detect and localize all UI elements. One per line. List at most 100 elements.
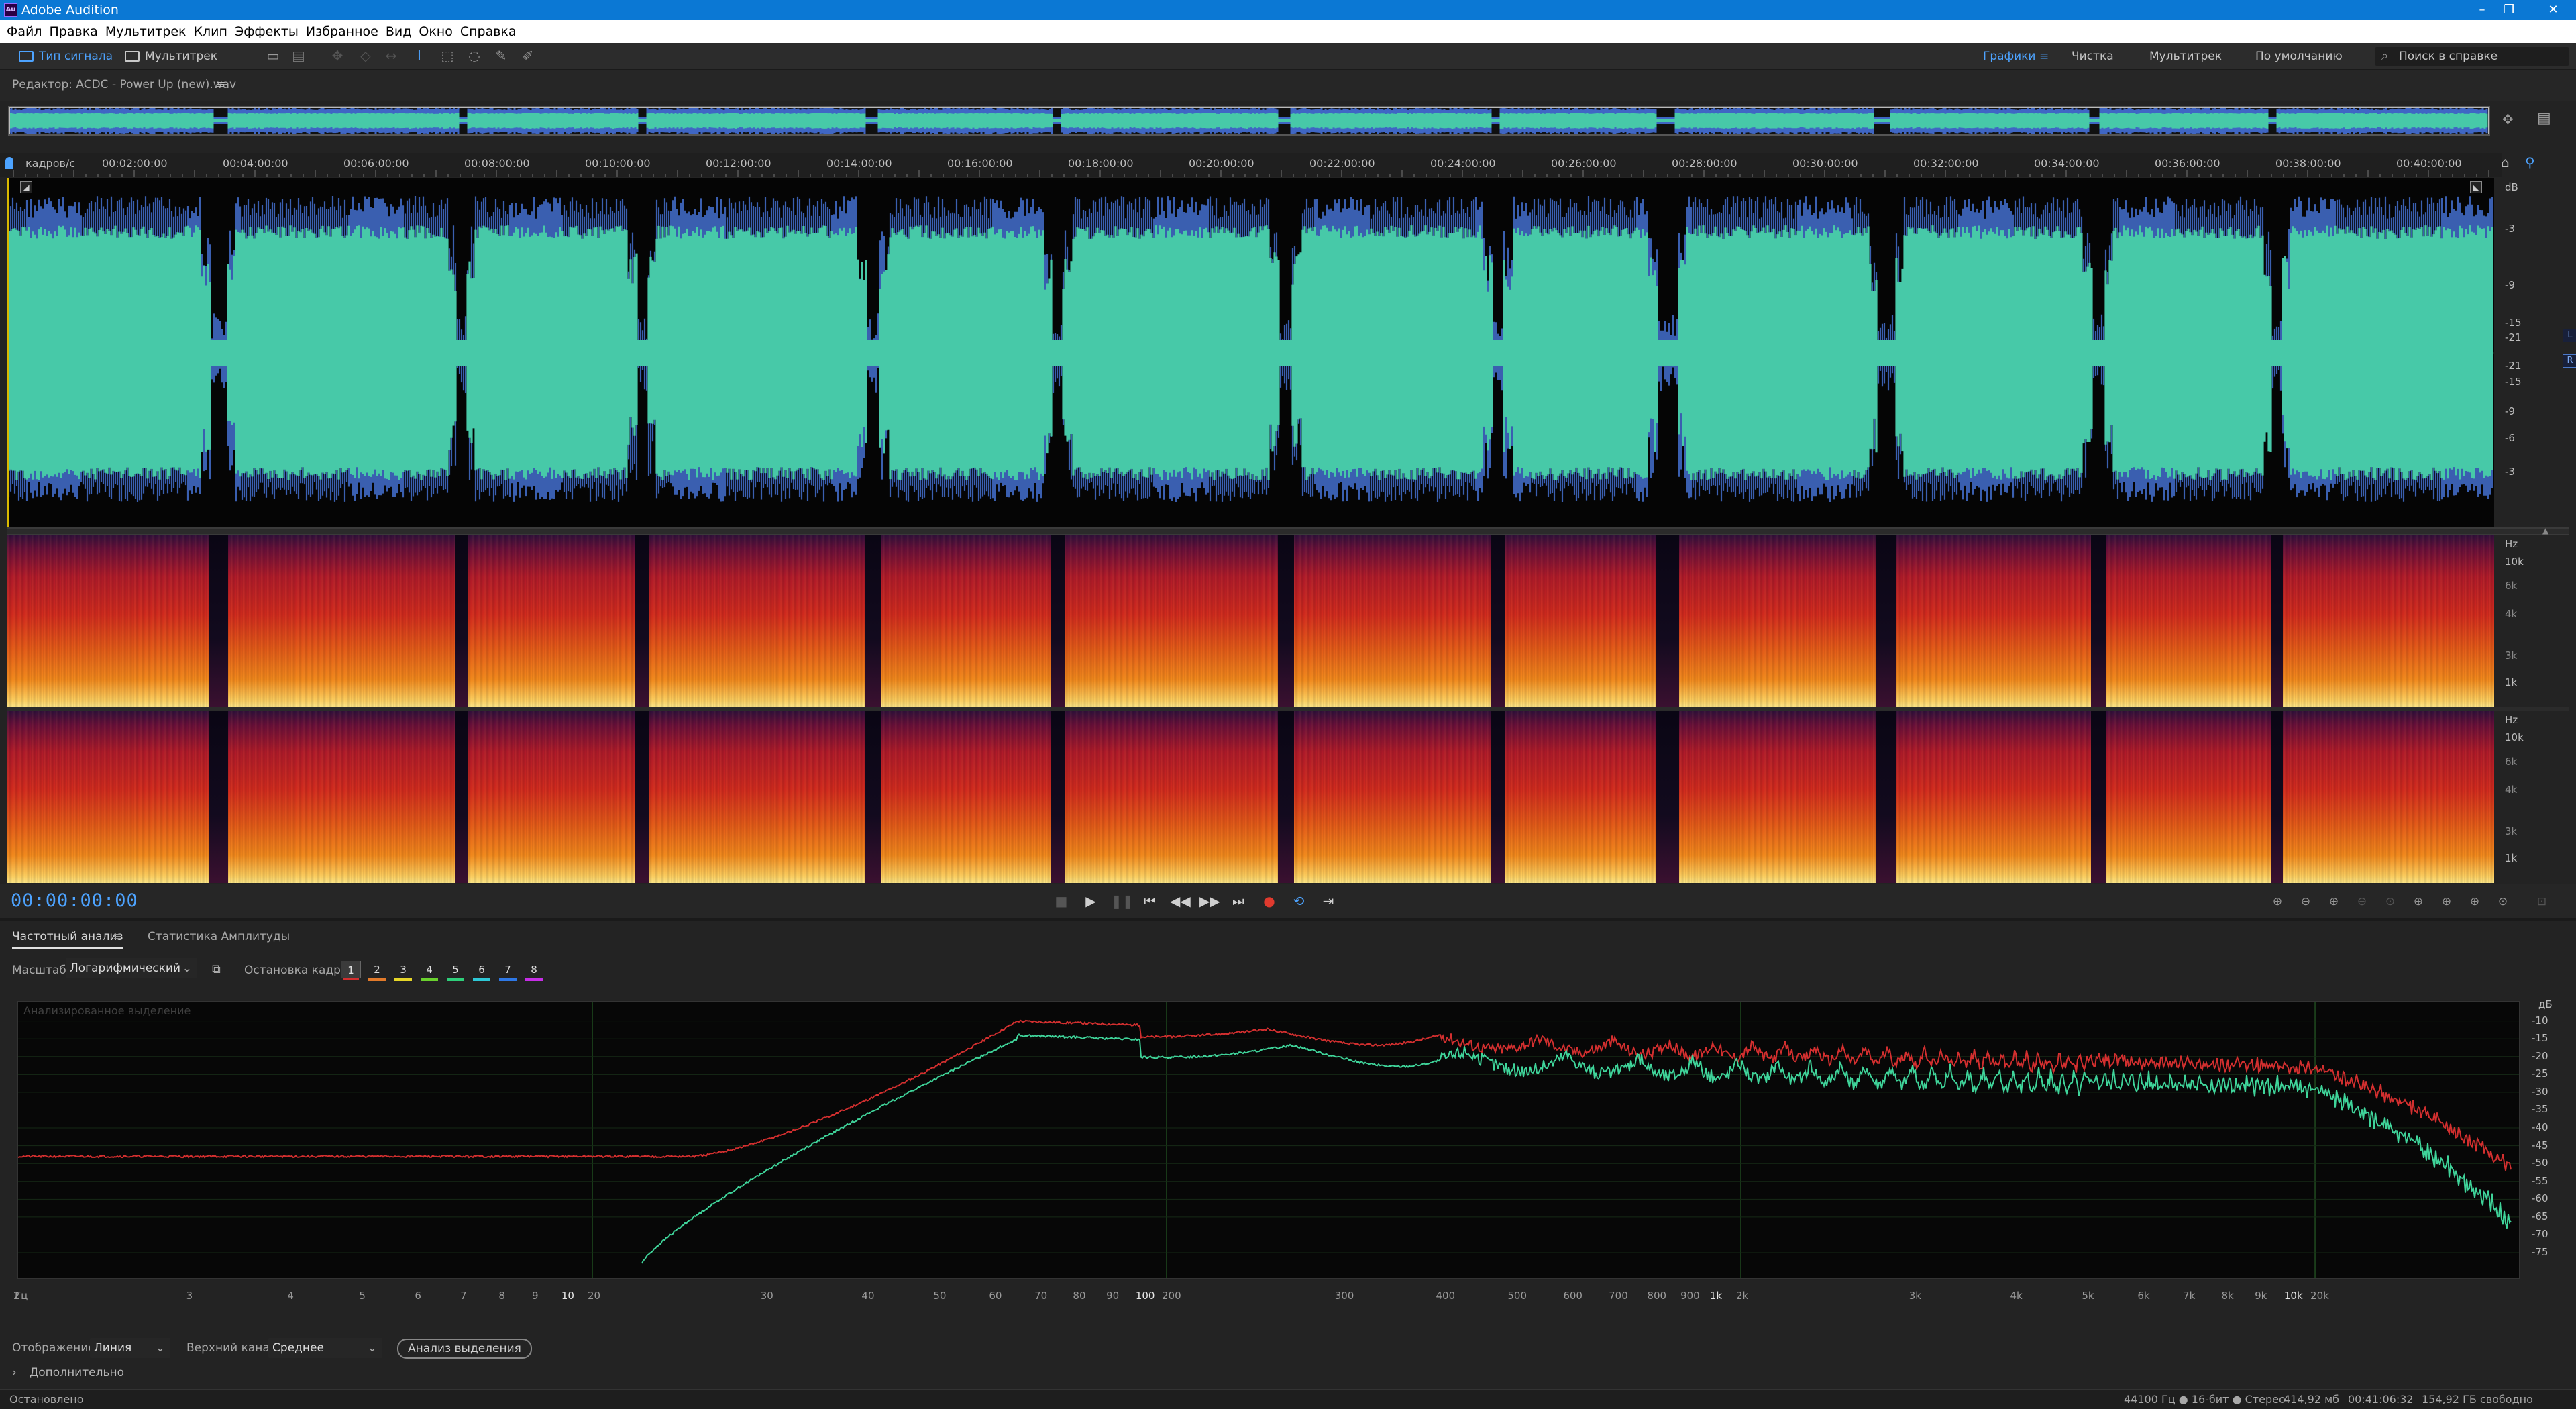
menu-favorites[interactable]: Избранное: [306, 20, 378, 43]
frame-hold-2[interactable]: 2: [367, 961, 387, 981]
menu-clip[interactable]: Клип: [194, 20, 227, 43]
frame-hold-7[interactable]: 7: [498, 961, 518, 981]
playhead-icon[interactable]: [5, 157, 13, 169]
frequency-tick-label: 2k: [1736, 1290, 1749, 1302]
spectrogram-silence: [635, 711, 649, 883]
right-channel-toggle[interactable]: R: [2563, 354, 2576, 368]
frame-hold-5[interactable]: 5: [445, 961, 466, 981]
waveform-spectral-divider[interactable]: [7, 527, 2569, 535]
frequency-tick-label: 3k: [1909, 1290, 1921, 1302]
spectrogram-right-channel[interactable]: [7, 711, 2494, 883]
time-selection-tool-icon[interactable]: I: [411, 47, 428, 64]
spectrum-series-line: [18, 1019, 2512, 1171]
pin-icon[interactable]: ⚲: [2525, 154, 2535, 170]
zoom-out-amplitude-icon[interactable]: ⊖: [2296, 894, 2316, 910]
menu-window[interactable]: Окно: [419, 20, 452, 43]
zoom-in-amplitude-icon[interactable]: ⊕: [2267, 894, 2288, 910]
frequency-list-icon[interactable]: ⧉: [212, 962, 221, 976]
zoom-to-fit-icon[interactable]: ✥: [2502, 111, 2514, 127]
marquee-tool-icon[interactable]: ⬚: [439, 47, 456, 64]
spectrogram-silence: [1656, 711, 1679, 883]
spectral-display-icon[interactable]: ▭: [264, 47, 282, 64]
zoom-to-fit-time-icon[interactable]: ⊙: [2493, 894, 2513, 910]
sample-format: 44100 Гц ● 16-бит ● Стерео: [2124, 1393, 2286, 1406]
zoom-reset-icon[interactable]: ⊡: [2532, 894, 2552, 910]
restore-icon[interactable]: ❐: [2496, 0, 2522, 20]
tab-amplitude-statistics[interactable]: Статистика Амплитуды: [148, 930, 290, 943]
workspace-cleanup[interactable]: Чистка: [2072, 46, 2114, 67]
spectrogram-left-channel[interactable]: [7, 535, 2494, 707]
collapse-arrow-icon[interactable]: ▲: [2542, 526, 2548, 535]
multitrack-view-tab[interactable]: Мультитрек: [121, 46, 221, 67]
menu-view[interactable]: Вид: [386, 20, 412, 43]
channel-dropdown[interactable]: Среднее ⌄: [268, 1338, 382, 1358]
rewind-icon[interactable]: ◀◀: [1170, 892, 1191, 910]
ruler-time-label: 00:16:00:00: [947, 157, 1013, 170]
frame-hold-1[interactable]: 1: [341, 961, 361, 980]
help-search-input[interactable]: ⌕ Поиск в справке: [2375, 47, 2569, 66]
db-tick-label: -15: [2532, 1032, 2548, 1045]
menu-effects[interactable]: Эффекты: [235, 20, 299, 43]
razor-tool-icon[interactable]: ◇: [357, 47, 374, 64]
editor-menu-icon[interactable]: ≡: [216, 70, 225, 99]
zoom-in-time-icon[interactable]: ⊕: [2324, 894, 2344, 910]
zoom-in-selection-icon[interactable]: ⊕: [2436, 894, 2457, 910]
workspace-multitrack[interactable]: Мультитрек: [2149, 46, 2222, 67]
brush-tool-icon[interactable]: ✎: [492, 47, 510, 64]
analyze-selection-button[interactable]: Анализ выделения: [397, 1339, 532, 1359]
lasso-tool-icon[interactable]: ◌: [466, 47, 483, 64]
workspace-default[interactable]: По умолчанию: [2255, 46, 2343, 67]
current-time-display[interactable]: 00:00:00:00: [11, 890, 138, 911]
scale-dropdown[interactable]: Логарифмический ⌄: [66, 958, 197, 978]
spectral-pitch-icon[interactable]: ▤: [290, 47, 307, 64]
slip-tool-icon[interactable]: ↔: [382, 47, 400, 64]
menu-file[interactable]: Файл: [7, 20, 42, 43]
panel-menu-icon[interactable]: ≡: [113, 930, 122, 943]
panel-layout-icon[interactable]: ▤: [2537, 110, 2551, 127]
overview-waveform[interactable]: [8, 106, 2490, 136]
spot-healing-icon[interactable]: ✐: [519, 47, 537, 64]
workspace-menu-icon[interactable]: ≡: [2039, 46, 2049, 67]
fade-out-handle-icon[interactable]: ◣: [2470, 181, 2482, 193]
go-to-start-icon[interactable]: ⏮: [1140, 892, 1159, 910]
zoom-selection-icon[interactable]: ⊕: [2465, 894, 2485, 910]
frame-hold-6[interactable]: 6: [472, 961, 492, 981]
frame-hold-3[interactable]: 3: [393, 961, 413, 981]
snap-icon[interactable]: ⌂: [2501, 154, 2510, 170]
zoom-out-full-icon[interactable]: ⊙: [2380, 894, 2400, 910]
frequency-analysis-plot[interactable]: Анализированное выделение: [17, 1001, 2520, 1279]
go-to-end-icon[interactable]: ⏭: [1229, 892, 1248, 910]
stop-icon[interactable]: ■: [1052, 892, 1071, 910]
adobe-audition-window: Au Adobe Audition – ❐ ✕ Файл Правка Мульти…: [0, 0, 2576, 1409]
frame-hold-8[interactable]: 8: [524, 961, 544, 981]
waveform-display[interactable]: ◢ ◣: [7, 178, 2494, 527]
close-icon[interactable]: ✕: [2540, 0, 2567, 20]
fast-forward-icon[interactable]: ▶▶: [1199, 892, 1220, 910]
minimize-icon[interactable]: –: [2469, 0, 2496, 20]
menu-help[interactable]: Справка: [460, 20, 517, 43]
ruler-time-label: 00:20:00:00: [1189, 157, 1254, 170]
panel-separator[interactable]: [0, 918, 2576, 921]
waveform-view-tab[interactable]: Тип сигнала: [15, 46, 115, 67]
display-dropdown[interactable]: Линия ⌄: [90, 1338, 170, 1358]
zoom-out-time-icon[interactable]: ⊖: [2352, 894, 2372, 910]
db-tick-label: -55: [2532, 1174, 2548, 1187]
advanced-section[interactable]: › Дополнительно: [0, 1362, 2576, 1386]
workspace-graphics[interactable]: Графики: [1983, 46, 2035, 67]
menu-edit[interactable]: Правка: [50, 20, 98, 43]
fade-in-handle-icon[interactable]: ◢: [20, 181, 32, 193]
menu-multitrack[interactable]: Мультитрек: [105, 20, 186, 43]
loop-icon[interactable]: ⟲: [1289, 892, 1308, 910]
play-icon[interactable]: ▶: [1081, 892, 1100, 910]
frequency-tick-label: 30: [760, 1290, 773, 1302]
zoom-in-point-icon[interactable]: ⊕: [2408, 894, 2428, 910]
skip-selection-icon[interactable]: ⇥: [1319, 892, 1338, 910]
pause-icon[interactable]: ❚❚: [1111, 892, 1134, 910]
tab-frequency-analysis[interactable]: Частотный анализ: [12, 930, 123, 949]
spectrogram-silence: [455, 535, 468, 707]
record-icon[interactable]: ●: [1260, 892, 1279, 910]
move-tool-icon[interactable]: ✥: [329, 47, 346, 64]
timeline-ruler[interactable]: кадров/с 00:02:00:00 00:04:00:00 00:06:00:…: [0, 153, 2502, 177]
left-channel-toggle[interactable]: L: [2563, 329, 2576, 342]
frame-hold-4[interactable]: 4: [419, 961, 439, 981]
